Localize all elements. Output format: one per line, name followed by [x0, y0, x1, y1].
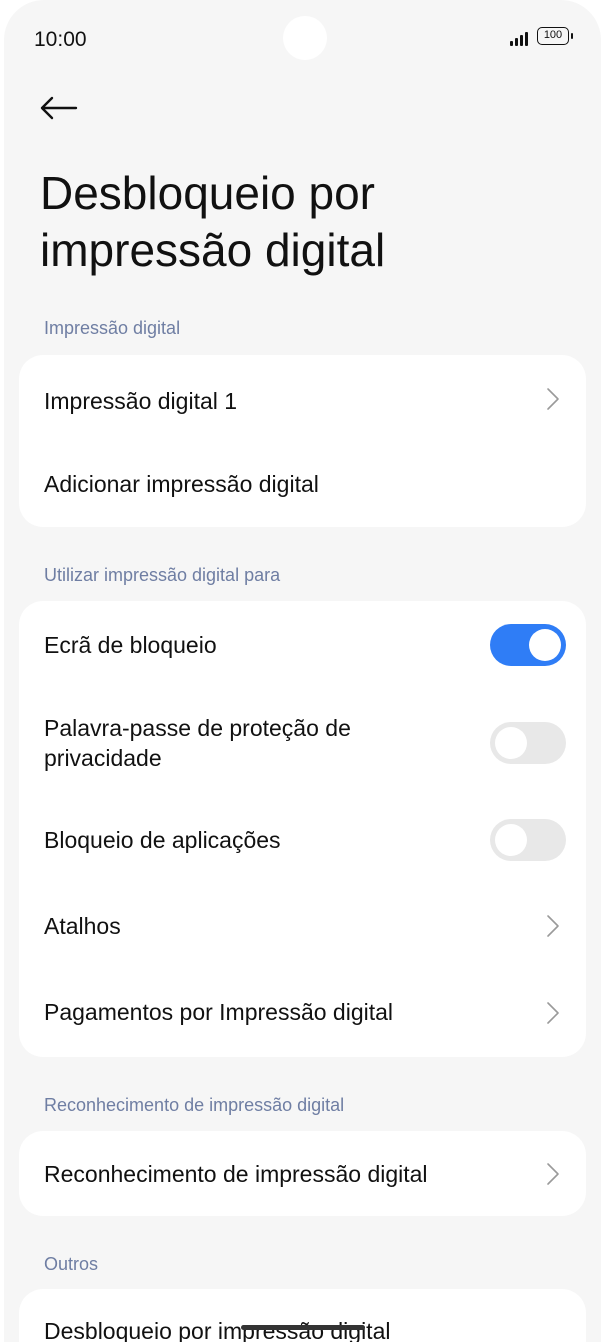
home-indicator[interactable]: [241, 1325, 365, 1330]
row-label: Atalhos: [44, 913, 121, 939]
section-label-use-for: Utilizar impressão digital para: [44, 565, 281, 585]
row-label: Bloqueio de aplicações: [44, 827, 281, 853]
status-bar: 10:00 100: [4, 0, 601, 80]
phone-screen: 10:00 100 Desbloqueio por impressão digi…: [4, 0, 601, 1342]
app-lock-toggle[interactable]: [490, 819, 566, 861]
row-shortcuts[interactable]: Atalhos: [19, 883, 586, 969]
row-lock-screen[interactable]: Ecrã de bloqueio: [19, 601, 586, 689]
section-label-recognition: Reconhecimento de impressão digital: [44, 1095, 345, 1115]
row-label: Adicionar impressão digital: [44, 471, 319, 497]
card-others: Desbloqueio por impressão digital: [19, 1289, 586, 1342]
section-label-others: Outros: [44, 1254, 99, 1274]
card-recognition: Reconhecimento de impressão digital: [19, 1131, 586, 1216]
toggle-knob: [495, 824, 527, 856]
back-arrow-icon: [40, 96, 78, 120]
page-title: Desbloqueio por impressão digital: [40, 167, 386, 276]
toggle-knob: [529, 629, 561, 661]
lock-screen-toggle[interactable]: [490, 624, 566, 666]
chevron-right-icon: [547, 1002, 559, 1024]
row-recognition[interactable]: Reconhecimento de impressão digital: [19, 1131, 586, 1216]
row-add-fingerprint[interactable]: Adicionar impressão digital: [19, 441, 586, 527]
row-label: Reconhecimento de impressão digital: [44, 1161, 428, 1187]
row-fingerprint-payments[interactable]: Pagamentos por Impressão digital: [19, 969, 586, 1057]
card-fingerprints: Impressão digital 1 Adicionar impressão …: [19, 355, 586, 527]
row-fingerprint-unlock[interactable]: Desbloqueio por impressão digital: [19, 1289, 586, 1342]
row-privacy-password[interactable]: Palavra-passe de proteção de privacidade: [19, 689, 586, 797]
status-time: 10:00: [34, 28, 87, 51]
battery-level: 100: [543, 29, 563, 41]
row-label: Impressão digital 1: [44, 388, 238, 414]
chevron-right-icon: [547, 915, 559, 937]
privacy-password-toggle[interactable]: [490, 722, 566, 764]
row-label: Pagamentos por Impressão digital: [44, 999, 394, 1025]
row-fingerprint-1[interactable]: Impressão digital 1: [19, 355, 586, 441]
chevron-right-icon: [547, 388, 559, 410]
section-label-fingerprints: Impressão digital: [44, 318, 181, 338]
row-label: Ecrã de bloqueio: [44, 632, 217, 658]
card-use-for: Ecrã de bloqueio Palavra-passe de proteç…: [19, 601, 586, 1057]
row-label: Palavra-passe de proteção de privacidade: [44, 715, 351, 771]
row-app-lock[interactable]: Bloqueio de aplicações: [19, 797, 586, 883]
signal-icon: [510, 30, 528, 46]
front-camera: [283, 16, 327, 60]
toggle-knob: [495, 727, 527, 759]
battery-icon: 100: [537, 27, 573, 45]
back-button[interactable]: [38, 88, 86, 128]
chevron-right-icon: [547, 1163, 559, 1185]
